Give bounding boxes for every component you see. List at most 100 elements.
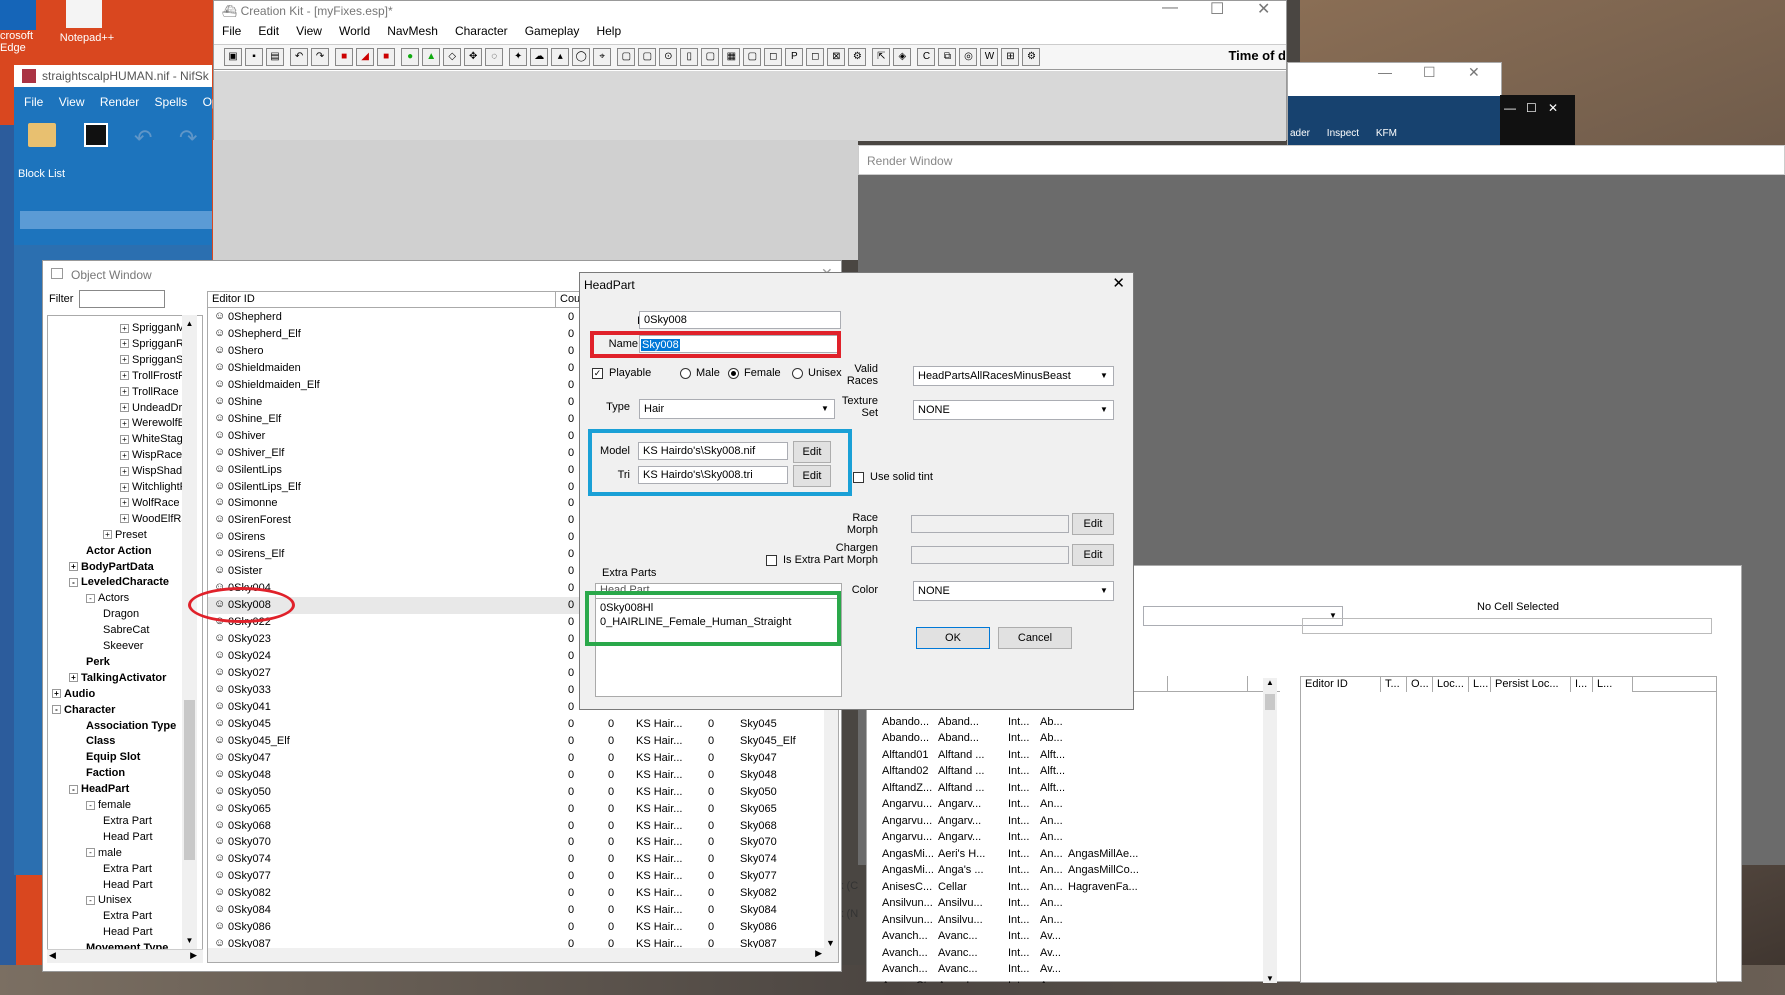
ck-maximize-button[interactable]: ☐ <box>1210 0 1224 19</box>
table-row[interactable]: ☺ 0Sky074 0 0 KS Hair... 0 Sky074 <box>208 851 824 868</box>
expand-icon[interactable]: + <box>120 498 129 508</box>
color-dropdown[interactable]: NONE ▼ <box>913 581 1114 601</box>
expand-icon[interactable]: + <box>120 339 129 349</box>
table-row[interactable]: ☺ 0Sky086 0 0 KS Hair... 0 Sky086 <box>208 919 824 936</box>
cell-refs-list[interactable] <box>1300 692 1717 983</box>
cell-list-col-5[interactable] <box>1168 676 1248 692</box>
tree-item[interactable]: + Audio <box>52 688 95 700</box>
list-item[interactable]: Avanch... Avanc... Int... Av... <box>880 962 1260 979</box>
plug-icon[interactable]: ⚙ <box>848 48 867 66</box>
cell-list-scrollbar[interactable]: ▲ ▼ <box>1263 678 1277 983</box>
ck-menu-gameplay[interactable]: Gameplay <box>525 24 580 38</box>
expand-icon[interactable]: + <box>120 387 129 397</box>
chargen-morph-edit-button[interactable]: Edit <box>1072 544 1114 566</box>
tree-item[interactable]: - Actors <box>86 592 129 604</box>
tree-hscrollbar[interactable]: ◀ ▶ <box>47 949 203 963</box>
box-icon[interactable]: ▢ <box>617 48 636 66</box>
close-icon[interactable]: ✕ <box>1112 274 1125 292</box>
list-item[interactable]: Abando... Aband... Int... Ab... <box>880 715 1260 732</box>
cell-refs-col[interactable]: Loc... <box>1433 677 1469 693</box>
table-row[interactable]: ☺ 0Sky050 0 0 KS Hair... 0 Sky050 <box>208 784 824 801</box>
tree-item[interactable]: - LeveledCharacte <box>69 576 169 588</box>
female-radio[interactable]: Female <box>728 367 781 379</box>
nifskope-menu-render[interactable]: Render <box>100 95 139 109</box>
table-row[interactable]: ☺ 0Sky047 0 0 KS Hair... 0 Sky047 <box>208 750 824 767</box>
tree-item[interactable]: Head Part <box>103 879 153 891</box>
race-morph-edit-button[interactable]: Edit <box>1072 513 1114 535</box>
grid-icon[interactable]: ▦ <box>722 48 741 66</box>
list-item[interactable]: Alftand02 Alftand ... Int... Alft... <box>880 764 1260 781</box>
tool-icon[interactable]: ✥ <box>464 48 483 66</box>
tree-item[interactable]: + BodyPartData <box>69 561 154 573</box>
ck-menu-view[interactable]: View <box>296 24 322 38</box>
nifskope-menu-view[interactable]: View <box>59 95 85 109</box>
grass-icon[interactable]: ▴ <box>551 48 570 66</box>
tree-item[interactable]: + TrollRace <box>120 386 179 398</box>
box3-icon[interactable]: ▢ <box>701 48 720 66</box>
list-item[interactable]: Avanch... Avanc... Int... Av... <box>880 946 1260 963</box>
ck-menu-help[interactable]: Help <box>596 24 621 38</box>
collapse-icon[interactable]: - <box>86 800 95 810</box>
valid-races-dropdown[interactable]: HeadPartsAllRacesMinusBeast ▼ <box>913 366 1114 386</box>
expand-icon[interactable]: + <box>120 371 129 381</box>
cell-refs-col[interactable]: Persist Loc... <box>1491 677 1571 693</box>
edge-icon[interactable] <box>0 0 36 30</box>
ok-button[interactable]: OK <box>916 627 990 649</box>
ck-menu-world[interactable]: World <box>339 24 370 38</box>
cell-icon[interactable]: ◢ <box>356 48 375 66</box>
w-icon[interactable]: W <box>980 48 999 66</box>
collapse-icon[interactable]: - <box>86 593 95 603</box>
tree-item[interactable]: - female <box>86 799 131 811</box>
marker-icon[interactable]: ◇ <box>443 48 462 66</box>
tree-item[interactable]: + WispShadel <box>120 465 191 477</box>
col-editor-id[interactable]: Editor ID <box>208 292 556 308</box>
tree-item[interactable]: - HeadPart <box>69 783 129 795</box>
table-row[interactable]: ☺ 0Sky065 0 0 KS Hair... 0 Sky065 <box>208 801 824 818</box>
cell-list-scroll-thumb[interactable] <box>1265 694 1275 710</box>
sphere-icon[interactable]: ● <box>401 48 420 66</box>
list-item[interactable]: Angarvu... Angarv... Int... An... <box>880 814 1260 831</box>
expand-icon[interactable]: + <box>120 355 129 365</box>
table-row[interactable]: ☺ 0Sky084 0 0 KS Hair... 0 Sky084 <box>208 902 824 919</box>
dialogue-icon[interactable]: ◯ <box>572 48 591 66</box>
tree-item[interactable]: + UndeadDra <box>120 402 188 414</box>
tree-item[interactable]: Dragon <box>103 608 139 620</box>
target-icon[interactable]: ◎ <box>959 48 978 66</box>
tree-item[interactable]: + SprigganRa <box>120 338 190 350</box>
table-row[interactable]: ☺ 0Sky077 0 0 KS Hair... 0 Sky077 <box>208 868 824 885</box>
use-solid-tint-checkbox[interactable]: Use solid tint <box>853 471 933 483</box>
list-item[interactable]: Angarvu... Angarv... Int... An... <box>880 797 1260 814</box>
reference-icon[interactable]: ■ <box>377 48 396 66</box>
ck-menu-character[interactable]: Character <box>455 24 508 38</box>
tree-item[interactable]: Extra Part <box>103 815 152 827</box>
cell-refs-col[interactable]: I... <box>1571 677 1593 693</box>
table-row[interactable]: ☺ 0Sky048 0 0 KS Hair... 0 Sky048 <box>208 767 824 784</box>
door-icon[interactable]: ▯ <box>680 48 699 66</box>
list-item[interactable]: Abando... Aband... Int... Ab... <box>880 731 1260 748</box>
undo-icon[interactable]: ↶ <box>134 125 152 151</box>
expand-icon[interactable]: + <box>52 689 61 699</box>
frame-icon[interactable]: ◻ <box>764 48 783 66</box>
tree-scroll-down-icon[interactable]: ▼ <box>182 936 197 945</box>
tree-item[interactable]: Extra Part <box>103 863 152 875</box>
open-folder-icon[interactable] <box>28 123 56 147</box>
secondary-minimize-button[interactable]: — <box>1378 64 1392 80</box>
expand-icon[interactable]: + <box>103 530 112 540</box>
cell-refs-col[interactable]: Editor ID <box>1301 677 1381 693</box>
tree-item[interactable]: - Unisex <box>86 894 132 906</box>
dark-close-button[interactable]: ✕ <box>1548 101 1558 115</box>
tree-item[interactable]: + WispRace <box>120 449 182 461</box>
tree-item[interactable]: + WerewolfBe <box>120 417 191 429</box>
preferences-icon[interactable]: ▤ <box>266 48 284 66</box>
table-row[interactable]: ☺ 0Sky070 0 0 KS Hair... 0 Sky070 <box>208 834 824 851</box>
secondary-maximize-button[interactable]: ☐ <box>1423 64 1436 81</box>
collapse-icon[interactable]: - <box>52 705 61 715</box>
tree-item[interactable]: + SprigganMa <box>120 322 191 334</box>
expand-icon[interactable]: + <box>120 434 129 444</box>
list-item[interactable]: Ansilvun... Ansilvu... Int... An... <box>880 896 1260 913</box>
object-list-hscrollbar[interactable]: ▶ <box>208 948 838 962</box>
dark-maximize-button[interactable]: ☐ <box>1526 101 1537 115</box>
male-radio[interactable]: Male <box>680 367 720 379</box>
pointer-icon[interactable]: ⇱ <box>872 48 891 66</box>
cell-refs-col[interactable]: T... <box>1381 677 1407 693</box>
